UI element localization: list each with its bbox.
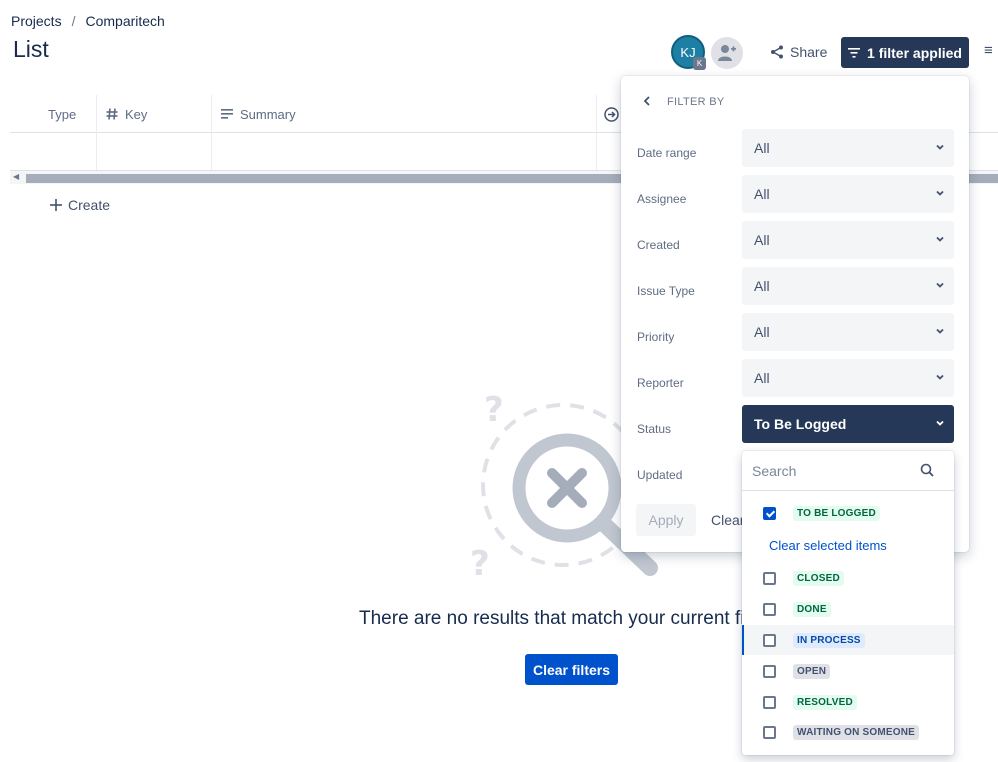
column-header-status[interactable] xyxy=(604,95,619,133)
chevron-down-icon xyxy=(936,374,944,380)
column-label: Summary xyxy=(240,106,296,122)
text-lines-icon xyxy=(221,109,233,119)
status-option-done[interactable]: DONE xyxy=(742,594,954,624)
create-label: Create xyxy=(68,197,111,213)
filter-button-label: 1 filter applied xyxy=(867,44,962,61)
checkbox[interactable] xyxy=(763,571,776,585)
checkbox-checked[interactable] xyxy=(763,506,776,520)
scroll-left-icon[interactable]: ◀ xyxy=(13,172,19,181)
checkbox[interactable] xyxy=(763,602,776,616)
search-icon xyxy=(920,463,934,477)
share-label: Share xyxy=(790,44,828,60)
breadcrumb-separator: / xyxy=(71,13,76,29)
status-option-in-process[interactable]: IN PROCESS xyxy=(742,625,954,655)
reporter-select[interactable]: All xyxy=(742,359,954,397)
share-icon xyxy=(771,45,783,59)
hash-icon xyxy=(106,108,118,120)
filter-icon xyxy=(848,47,861,58)
column-divider xyxy=(596,95,597,170)
checkbox[interactable] xyxy=(763,695,776,709)
menu-icon: ≡ xyxy=(984,42,993,59)
column-divider xyxy=(96,95,97,170)
avatar-badge: K xyxy=(693,57,706,70)
filter-label-created: Created xyxy=(637,238,680,252)
filter-panel-title: FILTER BY xyxy=(667,96,725,108)
create-issue-button[interactable]: Create xyxy=(50,197,110,213)
created-select[interactable]: All xyxy=(742,221,954,259)
status-lozenge: CLOSED xyxy=(793,570,844,586)
status-lozenge: RESOLVED xyxy=(793,694,857,710)
select-value: All xyxy=(754,370,770,386)
add-user-icon xyxy=(718,45,736,61)
chevron-down-icon xyxy=(936,420,944,426)
svg-text:?: ? xyxy=(470,544,490,584)
checkbox[interactable] xyxy=(763,633,776,647)
filter-label-issue-type: Issue Type xyxy=(637,284,695,298)
filter-label-date-range: Date range xyxy=(637,146,697,160)
chevron-down-icon xyxy=(936,144,944,150)
filter-label-reporter: Reporter xyxy=(637,376,684,390)
apply-button[interactable]: Apply xyxy=(636,504,696,536)
column-header-key[interactable]: Key xyxy=(106,95,147,133)
filter-label-updated: Updated xyxy=(637,468,683,482)
column-label: Type xyxy=(48,106,77,122)
status-lozenge: IN PROCESS xyxy=(793,632,865,648)
filter-label-priority: Priority xyxy=(637,330,675,344)
status-lozenge: DONE xyxy=(793,601,831,617)
share-button[interactable]: Share xyxy=(770,41,827,63)
plus-icon xyxy=(50,199,62,211)
column-header-summary[interactable]: Summary xyxy=(221,95,296,133)
date-range-select[interactable]: All xyxy=(742,129,954,167)
breadcrumb-projects-link[interactable]: Projects xyxy=(11,13,62,29)
breadcrumb: Projects / Comparitech xyxy=(11,13,165,29)
select-value: All xyxy=(754,324,770,340)
status-option-closed[interactable]: CLOSED xyxy=(742,563,954,593)
issue-type-select[interactable]: All xyxy=(742,267,954,305)
clear-filters-button[interactable]: Clear filters xyxy=(525,654,618,685)
breadcrumb-project-link[interactable]: Comparitech xyxy=(85,13,164,29)
column-divider xyxy=(211,95,212,170)
select-value: To Be Logged xyxy=(754,416,847,432)
status-lozenge: TO BE LOGGED xyxy=(793,505,880,521)
chevron-down-icon xyxy=(936,328,944,334)
status-lozenge: WAITING ON SOMEONE xyxy=(793,724,920,740)
chevron-down-icon xyxy=(936,282,944,288)
checkbox[interactable] xyxy=(763,725,776,739)
filter-applied-button[interactable]: 1 filter applied xyxy=(841,37,969,68)
back-chevron-icon[interactable] xyxy=(643,95,651,109)
empty-state-message: There are no results that match your cur… xyxy=(359,608,781,629)
status-search-box xyxy=(742,451,954,491)
status-lozenge: OPEN xyxy=(793,663,831,679)
status-select[interactable]: To Be Logged xyxy=(742,405,954,443)
status-option-resolved[interactable]: RESOLVED xyxy=(742,687,954,717)
clear-selected-link[interactable]: Clear selected items xyxy=(769,538,887,553)
filter-label-status: Status xyxy=(637,422,672,436)
column-label: Key xyxy=(125,106,148,122)
select-value: All xyxy=(754,278,770,294)
status-option-to-be-logged[interactable]: TO BE LOGGED xyxy=(742,498,954,528)
status-search-input[interactable] xyxy=(752,460,912,482)
page-title: List xyxy=(13,36,49,62)
status-option-waiting-on-someone[interactable]: WAITING ON SOMEONE xyxy=(742,717,954,747)
chevron-down-icon xyxy=(936,236,944,242)
arrow-circle-icon xyxy=(604,106,619,122)
more-menu-button[interactable]: ≡ xyxy=(984,42,998,62)
select-value: All xyxy=(754,232,770,248)
select-value: All xyxy=(754,140,770,156)
priority-select[interactable]: All xyxy=(742,313,954,351)
checkbox[interactable] xyxy=(763,664,776,678)
user-avatar[interactable]: KJ K xyxy=(671,35,706,70)
filter-label-assignee: Assignee xyxy=(637,192,687,206)
status-dropdown: TO BE LOGGED Clear selected items CLOSED… xyxy=(742,451,954,755)
add-people-button[interactable] xyxy=(711,37,743,69)
column-header-type[interactable]: Type xyxy=(48,95,76,133)
clear-button[interactable]: Clear xyxy=(711,512,744,528)
chevron-down-icon xyxy=(936,190,944,196)
select-value: All xyxy=(754,186,770,202)
svg-text:?: ? xyxy=(484,390,504,430)
status-option-open[interactable]: OPEN xyxy=(742,656,954,686)
assignee-select[interactable]: All xyxy=(742,175,954,213)
